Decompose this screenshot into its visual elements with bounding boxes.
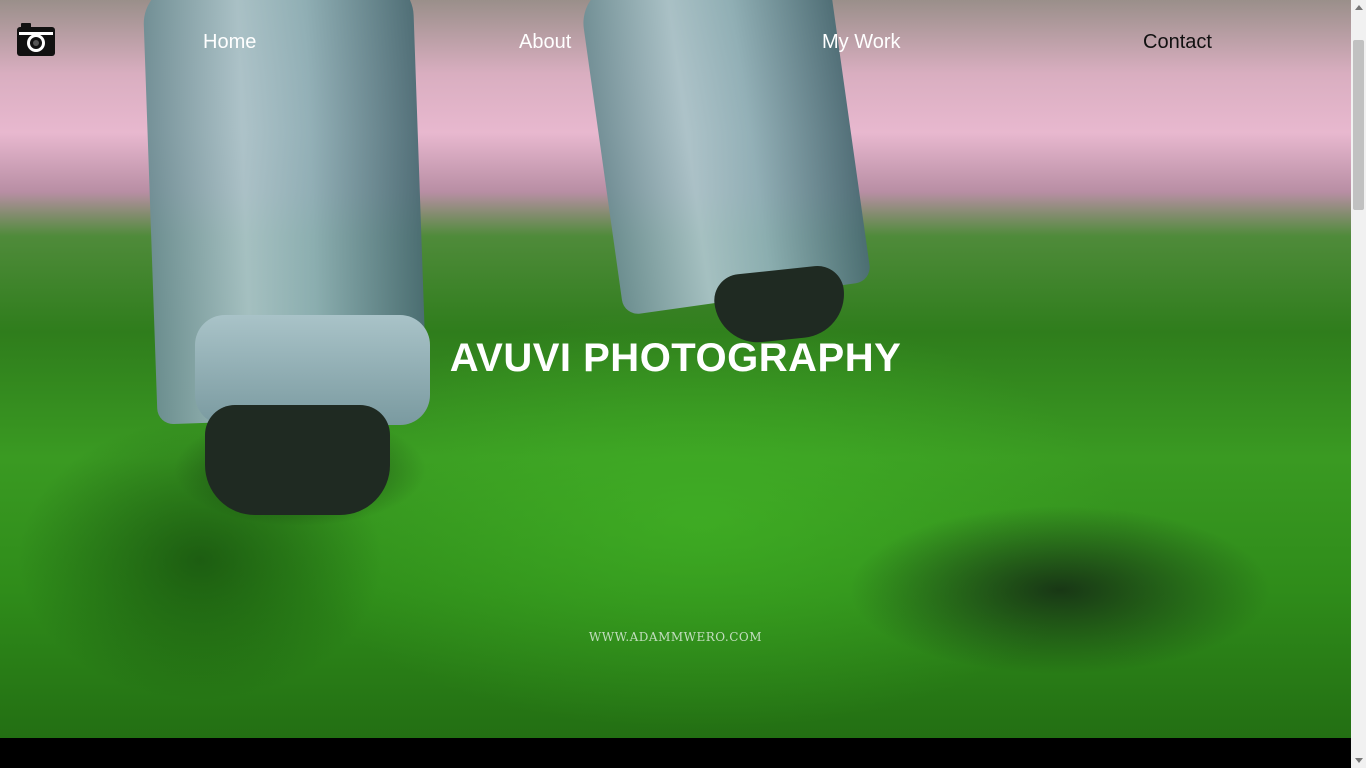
nav-my-work[interactable]: My Work <box>822 30 901 54</box>
vertical-scrollbar[interactable] <box>1351 0 1366 768</box>
scroll-up-arrow-icon[interactable] <box>1355 5 1363 10</box>
left-shoe-image <box>205 405 390 515</box>
scroll-down-arrow-icon[interactable] <box>1355 758 1363 763</box>
scroll-thumb[interactable] <box>1353 40 1364 210</box>
camera-icon[interactable] <box>16 22 56 58</box>
nav-about[interactable]: About <box>519 30 571 54</box>
site-url: WWW.ADAMMWERO.COM <box>588 630 763 644</box>
page-title: AVUVI PHOTOGRAPHY <box>449 336 902 380</box>
hero-background: Home About My Work Contact AVUVI PHOTOGR… <box>0 0 1351 738</box>
right-shoe-image <box>711 263 849 347</box>
nav-contact[interactable]: Contact <box>1143 30 1212 54</box>
nav-home[interactable]: Home <box>203 30 256 54</box>
